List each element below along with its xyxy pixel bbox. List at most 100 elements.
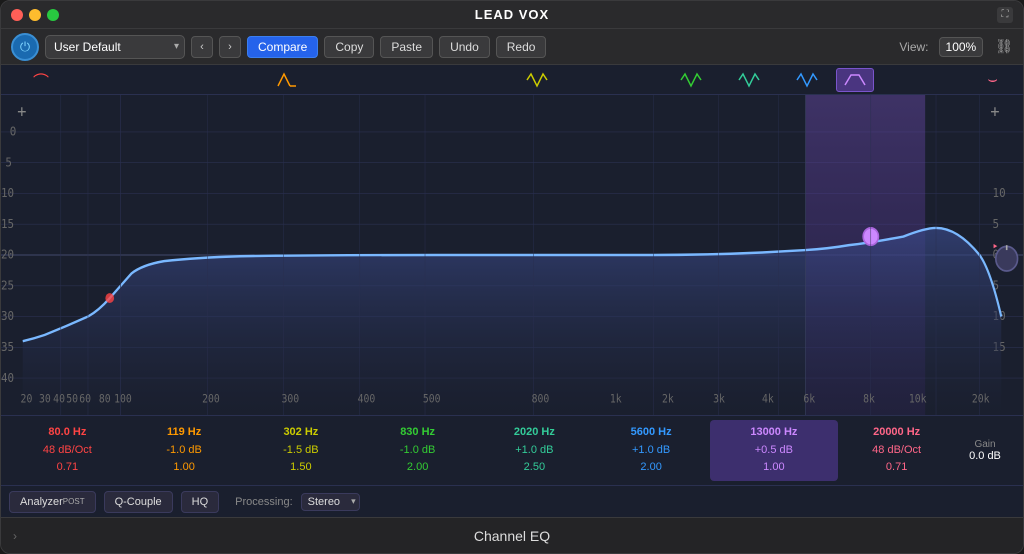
close-button[interactable] (11, 9, 23, 21)
svg-text:300: 300 (282, 393, 300, 406)
band-info-row: 80.0 Hz 48 dB/Oct 0.71 119 Hz -1.0 dB 1.… (1, 415, 1023, 485)
analyzer-sup: POST (63, 497, 85, 506)
band5-info[interactable]: 2020 Hz +1.0 dB 2.50 (476, 424, 593, 477)
svg-text:40: 40 (1, 370, 14, 385)
band3-q: 1.50 (290, 459, 311, 477)
band8-freq: 20000 Hz (873, 424, 920, 442)
band3-node[interactable] (526, 70, 548, 90)
footer-arrow[interactable]: › (13, 529, 17, 543)
power-button[interactable]: ⏻ (11, 33, 39, 61)
band6-info[interactable]: 5600 Hz +1.0 dB 2.00 (593, 424, 710, 477)
eq-chart[interactable]: 0 5 10 15 20 25 30 35 40 + + 10 5 0 5 10… (1, 95, 1023, 415)
analyzer-label: Analyzer (20, 496, 63, 508)
band7-q: 1.00 (763, 459, 784, 477)
svg-text:10: 10 (1, 185, 14, 200)
svg-text:0: 0 (10, 124, 17, 139)
traffic-lights (11, 9, 59, 21)
band1-node[interactable]: ⌒ (33, 68, 49, 92)
main-window: LEAD VOX ⏻ User Default ‹ › Compare Copy… (0, 0, 1024, 554)
svg-text:60: 60 (79, 393, 91, 406)
power-icon: ⏻ (20, 39, 30, 55)
band-nodes-row: ⌒ ⌣ (1, 65, 1023, 95)
svg-text:200: 200 (202, 393, 220, 406)
view-label: View: (899, 40, 928, 54)
svg-text:3k: 3k (713, 393, 725, 406)
svg-text:▸: ▸ (993, 239, 999, 252)
copy-button[interactable]: Copy (324, 36, 374, 58)
hq-button[interactable]: HQ (181, 491, 220, 513)
band6-node[interactable] (796, 70, 818, 90)
band7-freq: 13000 Hz (750, 424, 797, 442)
svg-text:5: 5 (993, 216, 1000, 231)
band6-db: +1.0 dB (632, 442, 670, 460)
band8-node[interactable]: ⌣ (987, 71, 998, 89)
view-value[interactable]: 100% (939, 37, 984, 57)
q-couple-button[interactable]: Q-Couple (104, 491, 173, 513)
window-resize-button[interactable] (997, 7, 1013, 23)
band2-node[interactable] (276, 70, 298, 90)
svg-text:+: + (990, 101, 999, 121)
band6-freq: 5600 Hz (631, 424, 672, 442)
svg-text:20: 20 (1, 247, 14, 262)
band2-info[interactable]: 119 Hz -1.0 dB 1.00 (126, 424, 243, 477)
band4-db: -1.0 dB (400, 442, 435, 460)
svg-text:2k: 2k (662, 393, 674, 406)
footer-bar: › Channel EQ (1, 517, 1023, 553)
band4-freq: 830 Hz (400, 424, 435, 442)
maximize-button[interactable] (47, 9, 59, 21)
band7-db: +0.5 dB (755, 442, 793, 460)
svg-text:5: 5 (5, 155, 12, 170)
toolbar: ⏻ User Default ‹ › Compare Copy Paste Un… (1, 29, 1023, 65)
band4-info[interactable]: 830 Hz -1.0 dB 2.00 (359, 424, 476, 477)
minimize-button[interactable] (29, 9, 41, 21)
svg-text:500: 500 (423, 393, 441, 406)
band7-node[interactable] (836, 68, 874, 92)
band2-freq: 119 Hz (167, 424, 201, 442)
band6-q: 2.00 (640, 459, 661, 477)
svg-text:6k: 6k (803, 393, 815, 406)
svg-text:1k: 1k (610, 393, 622, 406)
band8-db: 48 dB/Oct (872, 442, 921, 460)
svg-text:80: 80 (99, 393, 111, 406)
gain-section: Gain 0.0 dB (955, 439, 1015, 462)
svg-text:+: + (17, 101, 26, 121)
link-icon[interactable]: ⛓ (995, 38, 1013, 55)
band3-freq: 302 Hz (283, 424, 318, 442)
eq-svg: 0 5 10 15 20 25 30 35 40 + + 10 5 0 5 10… (1, 95, 1023, 415)
svg-text:400: 400 (358, 393, 376, 406)
band2-db: -1.0 dB (166, 442, 201, 460)
processing-wrapper: Stereo (301, 493, 360, 511)
redo-button[interactable]: Redo (496, 36, 547, 58)
eq-section: ⌒ ⌣ (1, 65, 1023, 517)
band1-db: 48 dB/Oct (43, 442, 92, 460)
band1-q: 0.71 (57, 459, 78, 477)
processing-select[interactable]: Stereo (301, 493, 360, 511)
band5-node[interactable] (738, 70, 760, 90)
band4-node[interactable] (680, 70, 702, 90)
svg-text:10: 10 (993, 185, 1006, 200)
svg-text:800: 800 (532, 393, 550, 406)
gain-value[interactable]: 0.0 dB (969, 450, 1001, 462)
band8-info[interactable]: 20000 Hz 48 dB/Oct 0.71 (838, 424, 955, 477)
window-title: LEAD VOX (475, 7, 549, 22)
svg-text:30: 30 (39, 393, 51, 406)
svg-text:35: 35 (1, 339, 14, 354)
band1-info[interactable]: 80.0 Hz 48 dB/Oct 0.71 (9, 424, 126, 477)
paste-button[interactable]: Paste (380, 36, 433, 58)
band5-db: +1.0 dB (515, 442, 553, 460)
svg-text:30: 30 (1, 309, 14, 324)
bottom-bar: AnalyzerPOST Q-Couple HQ Processing: Ste… (1, 485, 1023, 517)
analyzer-button[interactable]: AnalyzerPOST (9, 491, 96, 513)
preset-dropdown[interactable]: User Default (45, 35, 185, 59)
band7-info[interactable]: 13000 Hz +0.5 dB 1.00 (710, 420, 839, 481)
band3-info[interactable]: 302 Hz -1.5 dB 1.50 (243, 424, 360, 477)
compare-button[interactable]: Compare (247, 36, 318, 58)
undo-button[interactable]: Undo (439, 36, 490, 58)
svg-text:100: 100 (114, 393, 132, 406)
band3-db: -1.5 dB (283, 442, 318, 460)
back-button[interactable]: ‹ (191, 36, 213, 58)
svg-text:25: 25 (1, 278, 14, 293)
band1-freq: 80.0 Hz (48, 424, 86, 442)
forward-button[interactable]: › (219, 36, 241, 58)
svg-text:20k: 20k (972, 393, 990, 406)
